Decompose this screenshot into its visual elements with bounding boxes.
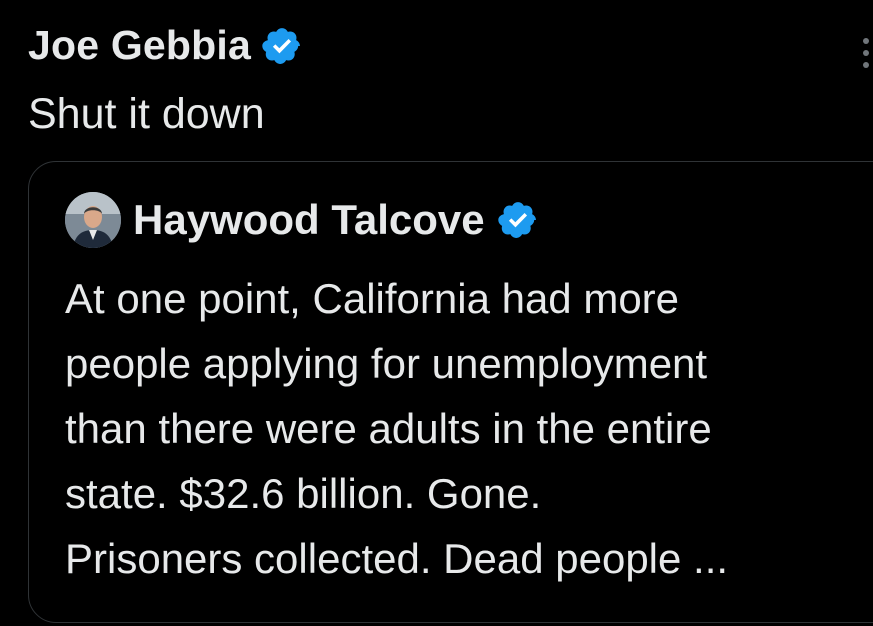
tweet-text: Shut it down	[28, 90, 265, 138]
author-name[interactable]: Joe Gebbia	[28, 22, 251, 69]
quote-text-line: Prisoners collected. Dead people ...	[65, 535, 729, 582]
avatar[interactable]	[65, 192, 121, 248]
more-options-icon[interactable]	[861, 38, 871, 68]
more-dot	[863, 50, 869, 56]
quote-author-name[interactable]: Haywood Talcove	[133, 196, 485, 244]
quoted-tweet[interactable]: Haywood Talcove At one point, California…	[28, 161, 873, 623]
more-dot	[863, 62, 869, 68]
tweet-header: Joe Gebbia	[28, 22, 303, 69]
quote-header: Haywood Talcove	[65, 192, 539, 248]
more-dot	[863, 38, 869, 44]
quote-text-line: people applying for unemployment	[65, 340, 708, 387]
quote-text-line: At one point, California had more	[65, 275, 680, 322]
verified-badge-icon[interactable]	[497, 199, 539, 241]
verified-badge-icon[interactable]	[261, 25, 303, 67]
quote-text-line: state. $32.6 billion. Gone.	[65, 470, 542, 517]
quote-text: At one point, California had more people…	[65, 266, 865, 591]
tweet: Joe Gebbia Shut it down Haywood Talcove …	[0, 0, 873, 626]
quote-text-line: than there were adults in the entire	[65, 405, 712, 452]
